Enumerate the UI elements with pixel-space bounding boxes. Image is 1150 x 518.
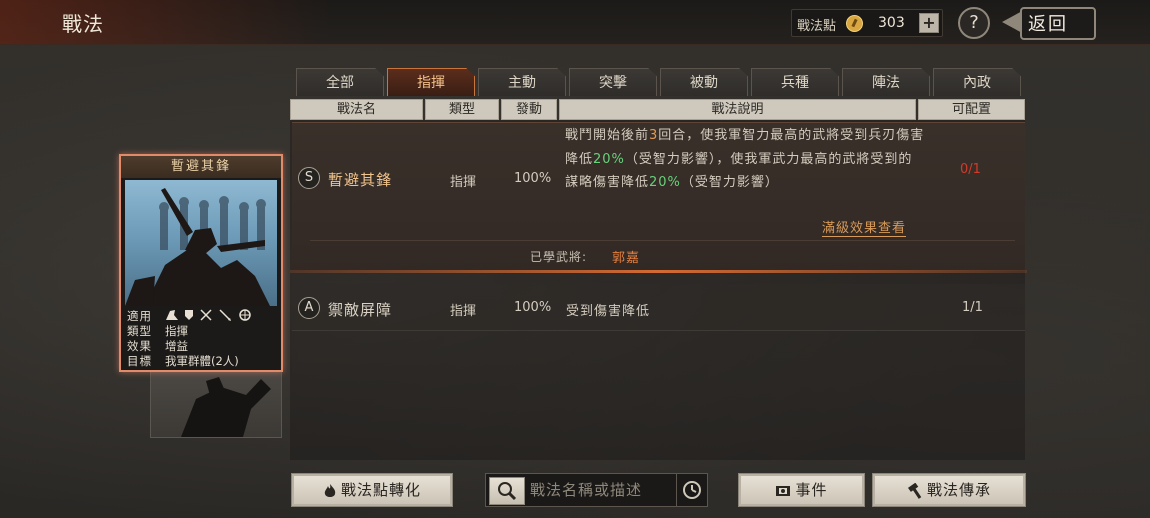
- skill-name: 禦敵屏障: [328, 301, 393, 319]
- skill-name: 暫避其鋒: [328, 171, 393, 189]
- convert-points-button[interactable]: 戰法點轉化: [291, 473, 453, 507]
- card-title: 暫避其鋒: [121, 156, 281, 178]
- card-info-value: 指揮: [165, 324, 188, 338]
- search-box[interactable]: [485, 473, 678, 507]
- tab-internal[interactable]: 內政: [933, 68, 1021, 96]
- learned-generals-label: 已學武將:: [530, 250, 588, 264]
- search-input[interactable]: [528, 474, 677, 506]
- event-scroll-icon: [776, 485, 791, 496]
- table-row[interactable]: [292, 284, 1025, 331]
- card-info-key: 效果: [127, 339, 152, 353]
- column-header-description: 戰法說明: [559, 99, 916, 120]
- description-segment: 20%: [649, 175, 681, 190]
- learned-general-name[interactable]: 郭嘉: [612, 247, 640, 266]
- skill-points-display: 戰法點 303 +: [791, 9, 943, 37]
- page-title: 戰法: [62, 12, 104, 36]
- column-header-trigger[interactable]: 發動: [501, 99, 557, 120]
- inherit-skill-label: 戰法傳承: [926, 481, 991, 499]
- title-glow: [0, 0, 330, 44]
- column-header-name[interactable]: 戰法名: [290, 99, 423, 120]
- back-label: 返回: [1028, 14, 1068, 35]
- tab-active[interactable]: 主動: [478, 68, 566, 96]
- column-header-type[interactable]: 類型: [425, 99, 499, 120]
- description-segment: 戰鬥開始後前: [565, 128, 650, 143]
- troop-type-icons: [166, 309, 251, 321]
- flame-icon: [324, 483, 336, 497]
- tab-troop[interactable]: 兵種: [751, 68, 839, 96]
- tab-command[interactable]: 指揮: [387, 68, 475, 96]
- tab-passive[interactable]: 被動: [660, 68, 748, 96]
- add-points-button[interactable]: +: [919, 13, 939, 33]
- event-label: 事件: [795, 481, 828, 499]
- description-segment: 3: [649, 128, 659, 143]
- skill-type: 指揮: [450, 304, 477, 319]
- hammer-icon: [907, 482, 922, 499]
- description-segment: （受智力影響）: [680, 175, 779, 190]
- inherit-skill-button[interactable]: 戰法傳承: [872, 473, 1026, 507]
- event-button[interactable]: 事件: [738, 473, 865, 507]
- grade-badge: A: [298, 297, 320, 319]
- clock-icon: [683, 481, 701, 499]
- skill-points-value: 303: [878, 15, 905, 31]
- skill-points-label: 戰法點: [797, 19, 837, 34]
- max-effect-link[interactable]: 滿級效果查看: [822, 217, 907, 237]
- selected-row-highlight: [290, 270, 1027, 273]
- tab-assault[interactable]: 突擊: [569, 68, 657, 96]
- skill-description: 戰鬥開始後前3回合，使我軍智力最高的武將受到兵刃傷害降低20%（受智力影響），使…: [565, 124, 925, 195]
- tab-all[interactable]: 全部: [296, 68, 384, 96]
- search-icon: [498, 482, 517, 501]
- column-header-slots[interactable]: 可配置: [918, 99, 1025, 120]
- card-info-value: 增益: [165, 339, 188, 353]
- help-button[interactable]: ?: [958, 7, 990, 39]
- battle-scene-icon: [125, 188, 270, 306]
- description-segment: 20%: [593, 151, 625, 167]
- card-info-key: 類型: [127, 324, 152, 338]
- back-button[interactable]: 返回: [1000, 5, 1096, 40]
- skill-type: 指揮: [450, 175, 477, 190]
- coin-icon: [846, 15, 863, 32]
- grade-badge: S: [298, 167, 320, 189]
- card-info-key: 目標: [127, 354, 152, 368]
- card-underlay: [150, 368, 282, 438]
- row-divider: [310, 240, 1015, 241]
- card-artwork: [125, 180, 277, 306]
- skill-slots: 0/1: [960, 162, 981, 177]
- search-button[interactable]: [489, 477, 525, 505]
- card-info-value: 我軍群體(2人): [165, 354, 239, 368]
- convert-points-label: 戰法點轉化: [340, 481, 421, 499]
- tab-formation[interactable]: 陣法: [842, 68, 930, 96]
- warrior-silhouette-icon: [181, 377, 271, 437]
- skill-slots: 1/1: [962, 300, 983, 315]
- skill-rate: 100%: [514, 300, 552, 315]
- skill-card[interactable]: 暫避其鋒 適用 類型 指揮 效果 增益 目標 我軍群體(2人): [119, 154, 283, 372]
- skill-rate: 100%: [514, 171, 552, 186]
- skill-description: 受到傷害降低: [566, 304, 651, 319]
- history-button[interactable]: [676, 473, 708, 507]
- card-info-key: 適用: [127, 309, 152, 323]
